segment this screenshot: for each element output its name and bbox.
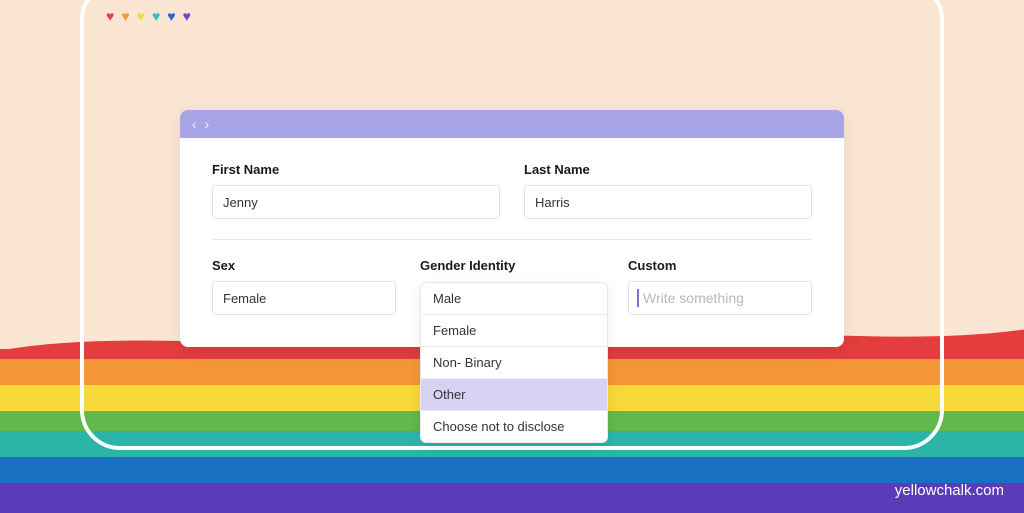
heart-icon: ♥ (137, 8, 145, 24)
custom-label: Custom (628, 258, 812, 273)
last-name-input[interactable] (524, 185, 812, 219)
sex-label: Sex (212, 258, 396, 273)
divider (212, 239, 812, 240)
heart-icon: ♥ (183, 8, 191, 24)
form-body: First Name Last Name Sex Gender Identity… (180, 138, 844, 347)
heart-icon: ♥ (152, 8, 160, 24)
form-window: ‹ › First Name Last Name Sex Gender Iden… (180, 110, 844, 347)
credit-text: yellowchalk.com (895, 482, 1004, 499)
heart-icon: ♥ (121, 8, 129, 24)
custom-input[interactable] (628, 281, 812, 315)
gender-identity-dropdown[interactable]: Male Female Non- Binary Other Choose not… (420, 282, 608, 443)
first-name-input[interactable] (212, 185, 500, 219)
gender-option-nonbinary[interactable]: Non- Binary (421, 347, 607, 379)
nav-back-icon[interactable]: ‹ (192, 116, 197, 132)
last-name-label: Last Name (524, 162, 812, 177)
sex-input[interactable] (212, 281, 396, 315)
window-header: ‹ › (180, 110, 844, 138)
gender-option-undisclosed[interactable]: Choose not to disclose (421, 411, 607, 442)
heart-icon: ♥ (106, 8, 114, 24)
first-name-label: First Name (212, 162, 500, 177)
gender-option-other[interactable]: Other (421, 379, 607, 411)
gender-option-male[interactable]: Male (421, 283, 607, 315)
heart-icon: ♥ (167, 8, 175, 24)
hearts-row: ♥ ♥ ♥ ♥ ♥ ♥ (106, 8, 191, 24)
nav-forward-icon[interactable]: › (205, 116, 210, 132)
gender-option-female[interactable]: Female (421, 315, 607, 347)
gender-identity-label: Gender Identity (420, 258, 604, 273)
